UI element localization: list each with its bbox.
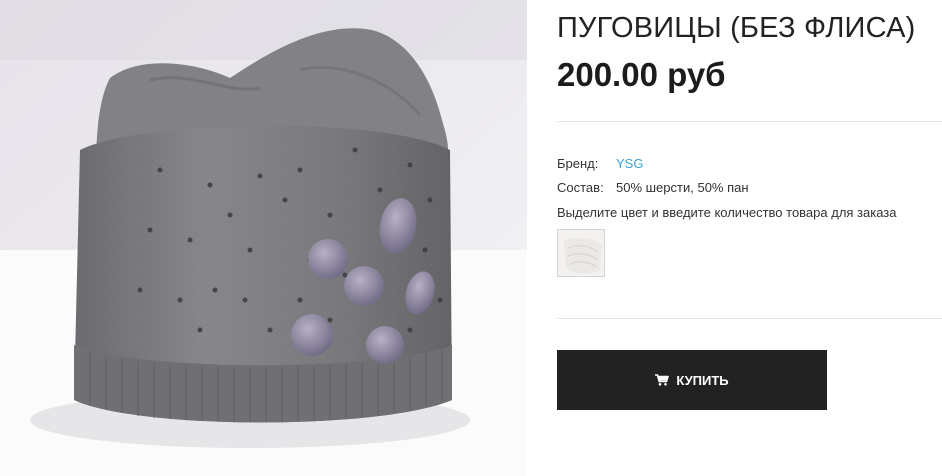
divider-top (557, 121, 942, 122)
composition-label: Состав: (557, 180, 604, 195)
brand-link[interactable]: YSG (616, 156, 643, 171)
composition-row: Состав: 50% шерсти, 50% пан (557, 180, 749, 195)
product-price: 200.00 руб (557, 56, 726, 93)
buy-button-label: КУПИТЬ (676, 372, 729, 388)
brand-row: Бренд: YSG (557, 156, 643, 171)
product-info: ПУГОВИЦЫ (БЕЗ ФЛИСА) 200.00 руб Бренд: YS… (557, 0, 942, 476)
hat-photo (0, 0, 527, 476)
yarn-swatch-image (558, 230, 604, 276)
product-title: ПУГОВИЦЫ (БЕЗ ФЛИСА) (557, 12, 916, 44)
buy-button[interactable]: КУПИТЬ (557, 350, 827, 410)
color-swatch-white[interactable] (557, 229, 605, 277)
composition-value: 50% шерсти, 50% пан (616, 180, 749, 195)
divider-bottom (557, 318, 942, 319)
cart-icon (655, 374, 670, 386)
product-image[interactable] (0, 0, 527, 476)
order-instructions: Выделите цвет и введите количество товар… (557, 205, 897, 220)
brand-label: Бренд: (557, 156, 599, 171)
